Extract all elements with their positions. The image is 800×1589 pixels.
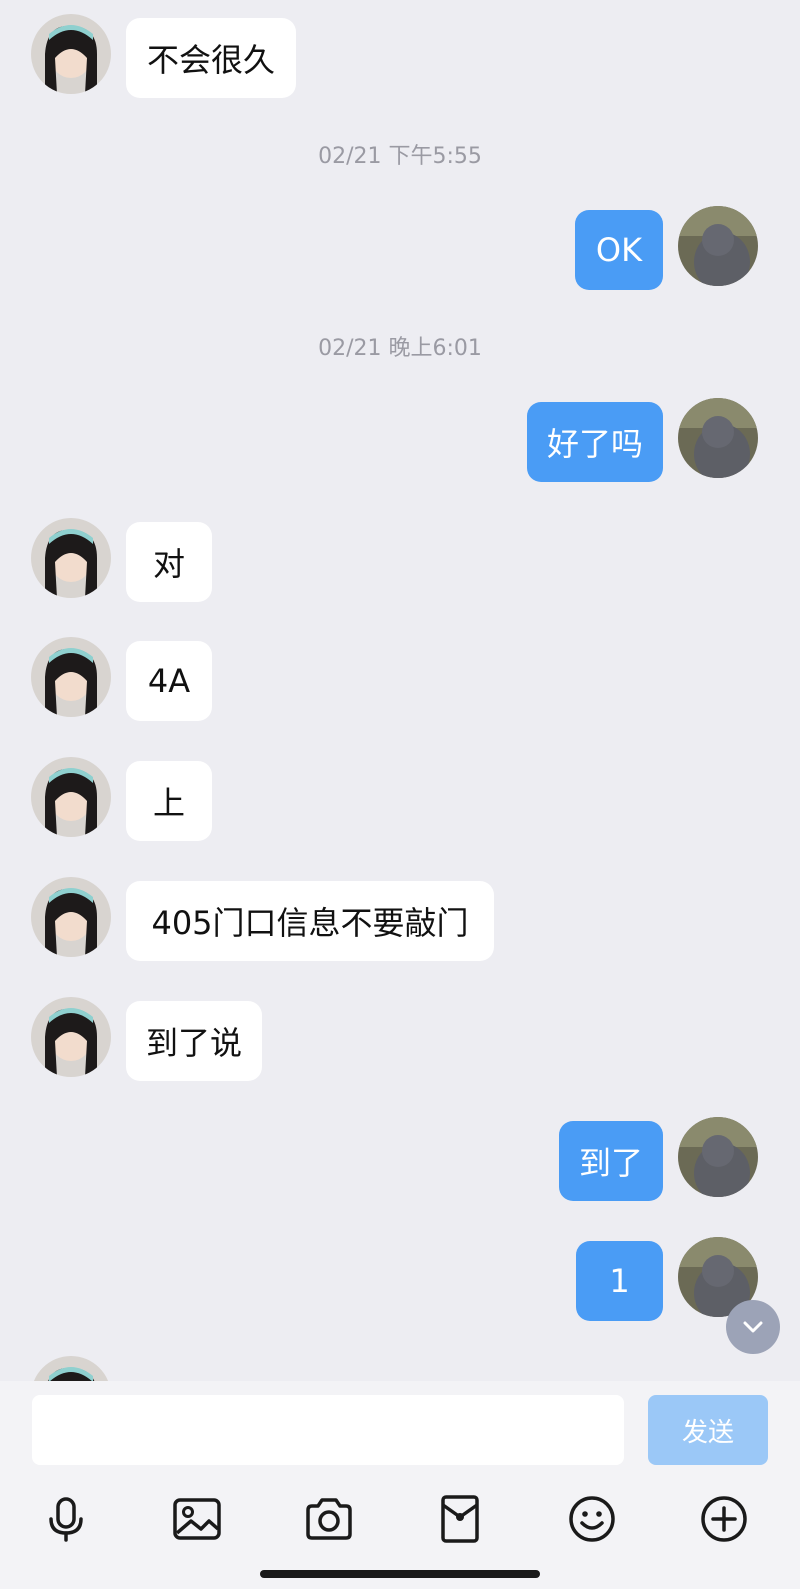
message-bubble-incoming[interactable]: 对 (126, 522, 212, 602)
contact-avatar[interactable] (31, 997, 111, 1077)
input-bar: 发送 (0, 1381, 800, 1589)
red-packet-button[interactable] (432, 1491, 488, 1547)
home-indicator[interactable] (260, 1570, 540, 1578)
user-avatar[interactable] (678, 398, 758, 478)
message-bubble-incoming[interactable]: 不会很久 (126, 18, 296, 98)
message-bubble-outgoing[interactable]: OK (575, 210, 663, 290)
camera-button[interactable] (301, 1491, 357, 1547)
message-bubble-incoming[interactable]: 上 (126, 761, 212, 841)
contact-avatar[interactable] (31, 518, 111, 598)
message-list[interactable]: 不会很久 02/21 下午5:55 OK 02/21 晚上6:01 好了吗 对 … (0, 0, 800, 1381)
image-button[interactable] (169, 1491, 225, 1547)
contact-avatar[interactable] (31, 1356, 111, 1381)
scroll-to-bottom-button[interactable] (726, 1300, 780, 1354)
emoji-button[interactable] (564, 1491, 620, 1547)
message-bubble-incoming[interactable]: 405门口信息不要敲门 (126, 881, 494, 961)
send-button[interactable]: 发送 (648, 1395, 768, 1465)
timestamp: 02/21 下午5:55 (318, 144, 482, 169)
microphone-icon (49, 1497, 83, 1542)
microphone-button[interactable] (38, 1491, 94, 1547)
user-avatar[interactable] (678, 206, 758, 286)
camera-icon (306, 1498, 352, 1540)
timestamp: 02/21 晚上6:01 (318, 336, 482, 361)
user-avatar[interactable] (678, 1117, 758, 1197)
contact-avatar[interactable] (31, 14, 111, 94)
emoji-icon (569, 1496, 615, 1542)
contact-avatar[interactable] (31, 877, 111, 957)
message-input[interactable] (32, 1395, 624, 1465)
image-icon (173, 1498, 221, 1540)
message-bubble-outgoing[interactable]: 1 (576, 1241, 663, 1321)
chevron-down-icon (743, 1321, 763, 1333)
message-bubble-incoming[interactable]: 到了说 (126, 1001, 263, 1081)
message-bubble-outgoing[interactable]: 到了 (558, 1121, 663, 1201)
red-packet-icon (441, 1495, 479, 1543)
message-bubble-incoming[interactable]: 4A (126, 641, 212, 721)
contact-avatar[interactable] (31, 637, 111, 717)
contact-avatar[interactable] (31, 757, 111, 837)
add-icon (701, 1496, 747, 1542)
message-bubble-outgoing[interactable]: 好了吗 (526, 402, 663, 482)
add-button[interactable] (696, 1491, 752, 1547)
